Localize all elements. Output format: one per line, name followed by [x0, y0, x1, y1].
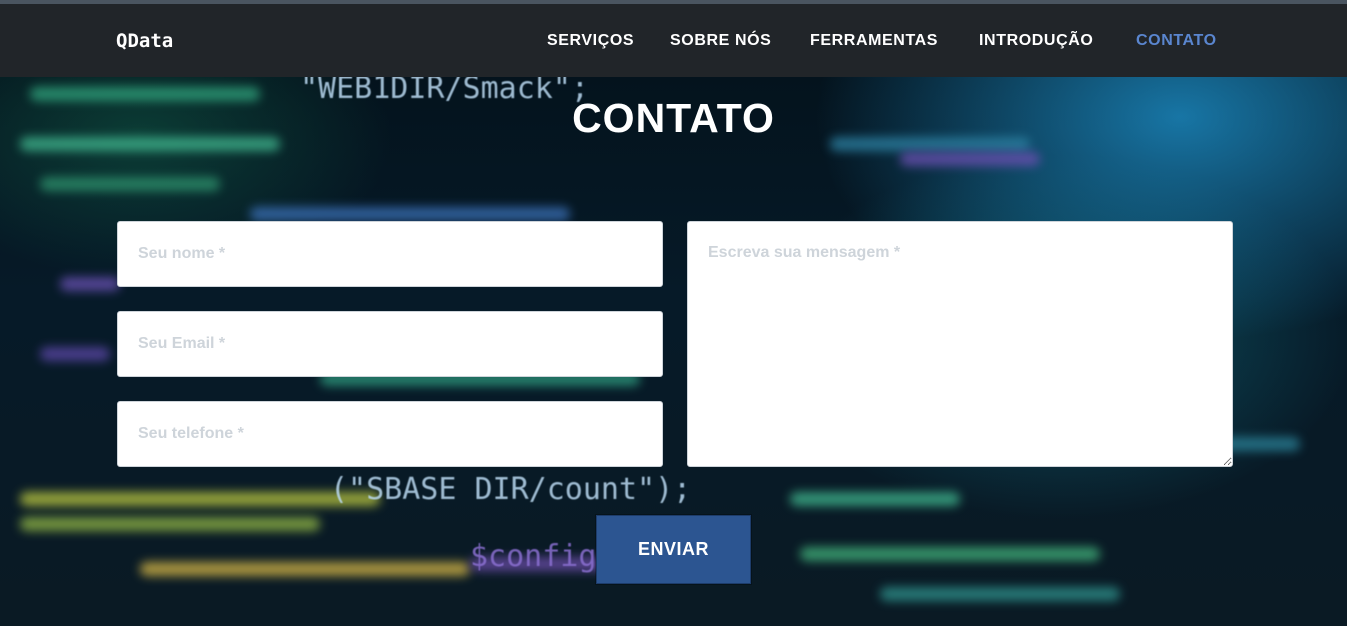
- nav-link-ferramentas[interactable]: FERRAMENTAS: [810, 32, 938, 50]
- bg-code-line: [900, 152, 1040, 166]
- bg-code-text: $config: [470, 539, 597, 574]
- email-field[interactable]: [117, 311, 663, 377]
- navbar: QData SERVIÇOS SOBRE NÓS FERRAMENTAS INT…: [0, 4, 1347, 77]
- name-field[interactable]: [117, 221, 663, 287]
- nav-link-introducao[interactable]: INTRODUÇÃO: [979, 32, 1093, 50]
- bg-code-line: [20, 517, 320, 531]
- bg-code-line: [880, 587, 1120, 601]
- nav-link-sobre-nos[interactable]: SOBRE NÓS: [670, 32, 771, 50]
- bg-code-line: [40, 347, 110, 361]
- nav-link-servicos[interactable]: SERVIÇOS: [547, 32, 634, 50]
- message-field[interactable]: [687, 221, 1233, 467]
- bg-code-line: [140, 562, 470, 576]
- bg-code-line: [60, 277, 120, 291]
- page-title: CONTATO: [572, 95, 775, 141]
- bg-code-line: [40, 177, 220, 191]
- bg-code-line: [790, 492, 960, 506]
- phone-field[interactable]: [117, 401, 663, 467]
- nav-links: SERVIÇOS SOBRE NÓS FERRAMENTAS INTRODUÇÃ…: [0, 32, 1347, 56]
- send-button[interactable]: ENVIAR: [596, 515, 751, 584]
- nav-link-contato[interactable]: CONTATO: [1136, 32, 1217, 50]
- bg-code-text: ("SBASE DIR/count");: [330, 472, 692, 507]
- bg-code-line: [250, 207, 570, 221]
- bg-code-line: [800, 547, 1100, 561]
- bg-code-line: [20, 492, 380, 506]
